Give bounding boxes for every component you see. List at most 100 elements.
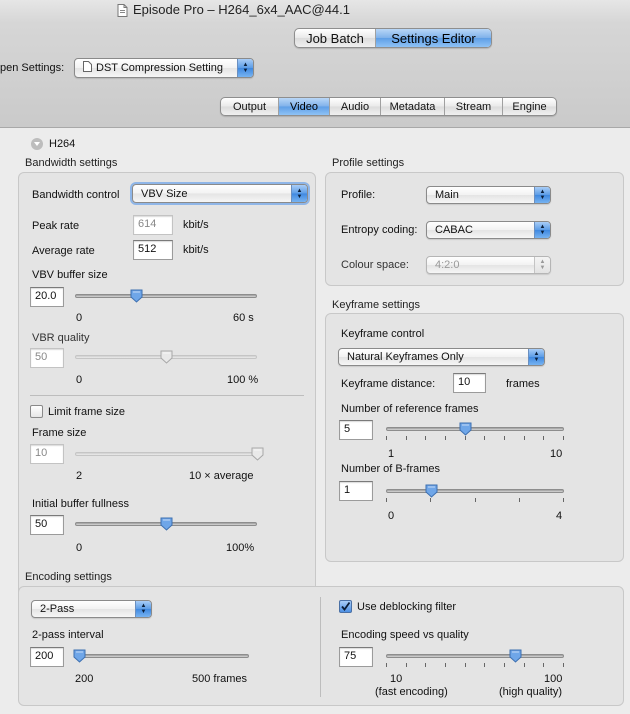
limit-frame-size-label: Limit frame size xyxy=(48,406,126,418)
tick-mark xyxy=(563,498,564,502)
tab-stream[interactable]: Stream xyxy=(444,98,502,115)
settings-content: H264 Bandwidth settings Bandwidth contro… xyxy=(0,129,630,714)
open-settings-popup[interactable]: DST Compression Setting ▲ ▼ xyxy=(74,58,254,78)
mode-settings-editor[interactable]: Settings Editor xyxy=(375,29,491,47)
colour-space-value: 4:2:0 xyxy=(435,259,460,271)
interval-max: 500 frames xyxy=(192,673,248,685)
tab-output[interactable]: Output xyxy=(221,98,278,115)
speed-max-note: (high quality) xyxy=(499,686,562,698)
keyframe-distance-label: Keyframe distance: xyxy=(341,378,436,390)
peak-rate-label: Peak rate xyxy=(32,220,80,232)
slider-knob[interactable] xyxy=(73,649,86,663)
ref-frames-slider[interactable] xyxy=(386,427,564,431)
tick-mark xyxy=(563,663,564,667)
encoding-group: 2-Pass ▲ ▼ 2-pass interval 200 200 500 fr… xyxy=(18,586,624,706)
tab-video[interactable]: Video xyxy=(278,98,329,115)
interval-label: 2-pass interval xyxy=(32,629,104,641)
entropy-popup[interactable]: CABAC ▲ ▼ xyxy=(426,221,551,239)
chevron-updown-icon: ▲ ▼ xyxy=(237,59,253,77)
initial-buffer-field[interactable]: 50 xyxy=(30,515,64,535)
tab-engine[interactable]: Engine xyxy=(502,98,556,115)
tick-mark xyxy=(425,663,426,667)
tick-mark xyxy=(406,663,407,667)
slider-knob[interactable] xyxy=(425,484,438,498)
pass-value: 2-Pass xyxy=(40,603,75,615)
interval-min: 200 xyxy=(75,673,94,685)
profile-popup[interactable]: Main ▲ ▼ xyxy=(426,186,551,204)
tick-mark xyxy=(524,663,525,667)
tick-mark xyxy=(425,436,426,440)
ref-frames-max: 10 xyxy=(550,448,563,460)
vbv-buffer-field[interactable]: 20.0 xyxy=(30,287,64,307)
keyframe-title: Keyframe settings xyxy=(332,299,421,311)
tick-mark xyxy=(386,436,387,440)
slider-knob[interactable] xyxy=(130,289,143,303)
deblocking-checkbox[interactable] xyxy=(339,600,352,613)
vbr-quality-field[interactable]: 50 xyxy=(30,348,64,368)
ref-frames-field[interactable]: 5 xyxy=(339,420,373,440)
settings-tabs: Output Video Audio Metadata Stream Engin… xyxy=(220,97,557,116)
tick-mark xyxy=(465,663,466,667)
keyframe-control-value: Natural Keyframes Only xyxy=(347,351,464,363)
chevron-updown-icon: ▲ ▼ xyxy=(135,601,151,617)
speed-field[interactable]: 75 xyxy=(339,647,373,667)
vbv-buffer-label: VBV buffer size xyxy=(32,269,108,281)
peak-rate-field[interactable]: 614 xyxy=(133,215,173,235)
speed-min: 10 xyxy=(390,673,403,685)
mode-job-batch[interactable]: Job Batch xyxy=(295,29,375,47)
profile-group: Profile: Main ▲ ▼ Entropy coding: CABAC ▲… xyxy=(325,172,624,286)
interval-slider[interactable] xyxy=(79,654,249,658)
speed-min-note: (fast encoding) xyxy=(375,686,448,698)
keyframe-group: Keyframe control Natural Keyframes Only … xyxy=(325,313,624,562)
profile-label: Profile: xyxy=(341,189,376,201)
tab-audio[interactable]: Audio xyxy=(329,98,380,115)
vbv-buffer-slider[interactable] xyxy=(75,294,257,298)
bandwidth-divider xyxy=(30,395,304,396)
speed-label: Encoding speed vs quality xyxy=(341,629,469,641)
tick-mark xyxy=(465,436,466,440)
tick-mark xyxy=(484,663,485,667)
tick-mark xyxy=(504,663,505,667)
tick-mark xyxy=(519,498,520,502)
chevron-updown-icon: ▲ ▼ xyxy=(534,187,550,203)
average-rate-label: Average rate xyxy=(32,245,95,257)
keyframe-control-popup[interactable]: Natural Keyframes Only ▲ ▼ xyxy=(338,348,545,366)
slider-knob[interactable] xyxy=(160,517,173,531)
tick-mark xyxy=(543,436,544,440)
slider-knob[interactable] xyxy=(160,350,173,364)
b-frames-min: 0 xyxy=(388,510,395,522)
chevron-updown-icon: ▲ ▼ xyxy=(528,349,544,365)
tick-mark xyxy=(386,663,387,667)
slider-knob[interactable] xyxy=(459,422,472,436)
bandwidth-control-popup[interactable]: VBV Size ▲ ▼ xyxy=(132,184,308,203)
colour-space-popup[interactable]: 4:2:0 ▲ ▼ xyxy=(426,256,551,274)
ref-frames-min: 1 xyxy=(388,448,395,460)
keyframe-control-label: Keyframe control xyxy=(341,328,425,340)
chevron-updown-icon: ▲ ▼ xyxy=(534,257,550,273)
mode-switcher: Job Batch Settings Editor xyxy=(294,28,492,48)
pass-popup[interactable]: 2-Pass ▲ ▼ xyxy=(31,600,152,618)
frame-size-field[interactable]: 10 xyxy=(30,444,64,464)
deblocking-label: Use deblocking filter xyxy=(357,601,457,613)
interval-field[interactable]: 200 xyxy=(30,647,64,667)
ref-frames-label: Number of reference frames xyxy=(341,403,479,415)
limit-frame-size-checkbox[interactable] xyxy=(30,405,43,418)
keyframe-distance-field[interactable]: 10 xyxy=(453,373,486,393)
encoding-title: Encoding settings xyxy=(25,571,112,583)
disclosure-triangle-icon[interactable] xyxy=(31,138,43,150)
initial-buffer-min: 0 xyxy=(76,542,83,554)
tab-metadata[interactable]: Metadata xyxy=(380,98,444,115)
slider-knob[interactable] xyxy=(251,447,264,461)
average-rate-field[interactable]: 512 xyxy=(133,240,173,260)
b-frames-slider[interactable] xyxy=(386,489,564,493)
speed-slider[interactable] xyxy=(386,654,564,658)
average-rate-unit: kbit/s xyxy=(183,244,209,256)
frame-size-slider[interactable] xyxy=(75,452,257,456)
window-toolbar: Episode Pro – H264_6x4_AAC@44.1 Job Batc… xyxy=(0,0,630,128)
b-frames-field[interactable]: 1 xyxy=(339,481,373,501)
speed-ticks xyxy=(386,663,564,667)
initial-buffer-label: Initial buffer fullness xyxy=(32,498,130,510)
b-frames-max: 4 xyxy=(556,510,563,522)
vbv-max: 60 s xyxy=(233,312,254,324)
slider-knob[interactable] xyxy=(509,649,522,663)
